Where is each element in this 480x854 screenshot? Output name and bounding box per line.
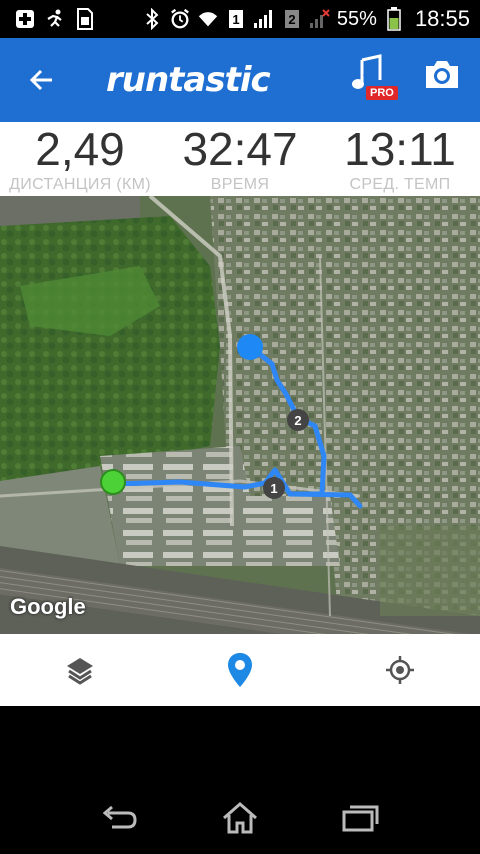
back-arrow-icon — [29, 69, 52, 91]
km-marker-1[interactable]: 1 — [263, 477, 285, 499]
home-nav-icon — [223, 802, 257, 834]
camera-button[interactable] — [422, 58, 466, 102]
recent-apps-icon — [342, 805, 379, 832]
runtastic-logo: runtastic — [106, 60, 271, 100]
stats-panel: 2,49 ДИСТАНЦИЯ (КМ) 32:47 ВРЕМЯ 13:11 СР… — [0, 122, 480, 196]
stat-pace: 13:11 СРЕД. ТЕМП — [320, 122, 480, 196]
back-button[interactable] — [14, 52, 70, 108]
layers-icon — [67, 658, 93, 685]
my-location-button[interactable] — [320, 634, 480, 706]
stat-distance: 2,49 ДИСТАНЦИЯ (КМ) — [0, 122, 160, 196]
alarm-icon — [169, 8, 191, 30]
route-start-marker[interactable] — [100, 469, 126, 495]
map-toolbar — [0, 634, 480, 706]
map-field — [380, 526, 480, 616]
bluetooth-icon — [141, 8, 163, 30]
stat-value: 32:47 — [182, 123, 298, 175]
svg-text:1: 1 — [232, 12, 239, 27]
location-pin-icon — [228, 653, 252, 687]
stat-label: ДИСТАНЦИЯ (КМ) — [9, 176, 151, 193]
pro-badge: PRO — [366, 86, 398, 100]
nav-home-button[interactable] — [210, 793, 270, 843]
nav-back-button[interactable] — [90, 793, 150, 843]
app-bar: runtastic PRO — [0, 38, 480, 122]
empty-area — [0, 706, 480, 782]
stat-label: ВРЕМЯ — [210, 176, 270, 193]
back-nav-icon — [102, 805, 137, 829]
clock: 18:55 — [414, 6, 470, 31]
stat-time: 32:47 ВРЕМЯ — [160, 122, 320, 196]
route-location-button[interactable] — [160, 634, 320, 706]
runner-icon — [44, 8, 66, 30]
system-nav-bar — [0, 782, 480, 854]
camera-icon — [426, 61, 458, 88]
nav-recents-button[interactable] — [330, 793, 390, 843]
sim2-indicator: 2 — [281, 8, 303, 30]
stat-value: 13:11 — [344, 123, 456, 175]
stat-value: 2,49 — [35, 123, 125, 175]
signal-icon — [253, 8, 275, 30]
map-forest — [0, 216, 220, 486]
screen: 1 2 55% 18:55 runtastic PRO 2,49 ДИСТАНЦ… — [0, 0, 480, 854]
music-pro-button[interactable]: PRO — [348, 54, 398, 104]
my-location-icon — [386, 656, 414, 684]
route-map[interactable]: 1 2 Google — [0, 196, 480, 634]
sim-card-icon — [74, 8, 96, 30]
status-bar: 1 2 55% 18:55 — [0, 0, 480, 38]
svg-text:2: 2 — [288, 12, 295, 27]
google-attribution: Google — [10, 594, 86, 619]
battery-percent: 55% — [336, 7, 377, 30]
battery-icon — [383, 7, 405, 31]
km-marker-2[interactable]: 2 — [287, 409, 309, 431]
wifi-icon — [197, 8, 219, 30]
layers-button[interactable] — [0, 634, 160, 706]
add-icon — [14, 8, 36, 30]
route-end-marker[interactable] — [237, 334, 263, 360]
svg-text:1: 1 — [270, 481, 277, 496]
map-canvas[interactable]: 1 2 — [0, 196, 480, 634]
no-signal-icon — [309, 8, 331, 30]
svg-text:2: 2 — [294, 413, 301, 428]
sim1-indicator: 1 — [225, 8, 247, 30]
stat-label: СРЕД. ТЕМП — [349, 176, 451, 193]
